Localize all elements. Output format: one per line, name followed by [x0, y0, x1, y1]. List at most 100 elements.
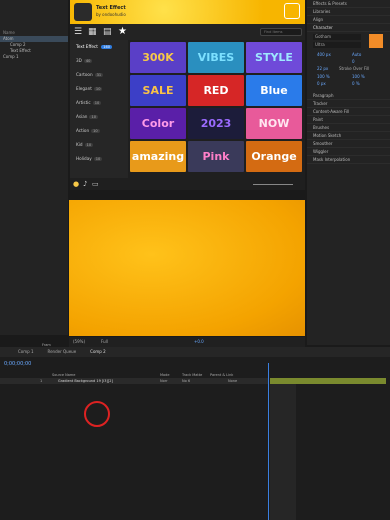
work-area	[270, 384, 296, 520]
category-artistic[interactable]: Artistic 10	[70, 96, 128, 110]
category-count: 10	[93, 157, 103, 161]
effect-grid: 300K VIBES STYLE SALE RED Blue Color 2023 NOW ama…	[128, 40, 305, 178]
project-item-comp1[interactable]: Comp 1	[0, 54, 68, 60]
plugin-title: Text Effect	[96, 5, 126, 11]
effect-tile[interactable]: Orange	[246, 141, 302, 172]
layer-mode[interactable]: Norr	[160, 379, 168, 383]
category-label: Artistic	[76, 100, 91, 105]
zoom-slider[interactable]	[253, 184, 293, 185]
vertical-scale-value[interactable]: 100 %	[317, 74, 330, 79]
font-size-value[interactable]: 400 px	[317, 52, 331, 57]
horizontal-scale-value[interactable]: 100 %	[352, 74, 365, 79]
panel-tracker[interactable]: Tracker	[307, 100, 390, 108]
panel-libraries[interactable]: Libraries	[307, 8, 390, 16]
plugin-toolbar: ☰ ▦ ▤ ★ Find Items	[70, 24, 305, 40]
star-icon[interactable]: ★	[118, 26, 127, 37]
home-icon[interactable]	[284, 3, 300, 19]
layer-parent[interactable]: None	[228, 379, 237, 383]
category-kid[interactable]: Kid 10	[70, 138, 128, 152]
panel-wiggler[interactable]: Wiggler	[307, 148, 390, 156]
tab-render-queue[interactable]: Render Queue	[48, 347, 77, 357]
baseline-shift-value[interactable]: 0 px	[317, 81, 326, 86]
frames-label: Fram	[42, 343, 51, 347]
category-header-count: 160	[101, 45, 113, 49]
panel-paragraph[interactable]: Paragraph	[307, 92, 390, 100]
music-icon[interactable]: ♪	[83, 180, 87, 188]
panel-smoother[interactable]: Smoother	[307, 140, 390, 148]
category-holiday[interactable]: Holiday 10	[70, 152, 128, 166]
list-icon[interactable]: ▤	[103, 27, 112, 37]
effect-tile[interactable]: STYLE	[246, 42, 302, 73]
effect-tile[interactable]: Color	[130, 108, 186, 139]
panel-paint[interactable]: Paint	[307, 116, 390, 124]
effect-tile[interactable]: 2023	[188, 108, 244, 139]
category-cartoon[interactable]: Cartoon 31	[70, 68, 128, 82]
category-count: 10	[91, 129, 100, 133]
plugin-logo	[74, 3, 92, 21]
category-count: 40	[83, 59, 93, 63]
category-action[interactable]: Action 10	[70, 124, 128, 138]
grid-icon[interactable]: ▦	[88, 27, 97, 37]
category-asian[interactable]: Asian 10	[70, 110, 128, 124]
plugin-subtitle: by ondoohudio	[96, 12, 126, 17]
timecode[interactable]: 0;00;00;00	[4, 361, 31, 367]
effect-tile[interactable]: 300K	[130, 42, 186, 73]
search-input[interactable]: Find Items	[260, 28, 302, 36]
category-3d[interactable]: 3D 40	[70, 54, 128, 68]
stroke-width-value[interactable]: 22 px	[317, 66, 328, 71]
panel-content-aware-fill[interactable]: Content-Aware Fill	[307, 108, 390, 116]
leading-value[interactable]: Auto	[352, 52, 361, 57]
panel-mask-interpolation[interactable]: Mask Interpolation	[307, 156, 390, 164]
character-controls: Gotham Ultra 400 px Auto 0 22 px Stroke …	[307, 32, 390, 92]
resolution-select[interactable]: Full	[101, 339, 108, 344]
font-family-select[interactable]: Gotham	[313, 34, 361, 40]
panel-align[interactable]: Align	[307, 16, 390, 24]
sliders-icon[interactable]: ☰	[74, 27, 82, 37]
category-header[interactable]: Text Effect 160	[70, 40, 128, 54]
font-style-select[interactable]: Ultra	[313, 42, 361, 48]
category-label: Cartoon	[76, 72, 93, 77]
col-source-name: Source Name	[52, 373, 76, 377]
category-count: 10	[89, 115, 99, 119]
layer-track-matte[interactable]: No 6	[182, 379, 190, 383]
effect-tile[interactable]: Pink	[188, 141, 244, 172]
effect-tile[interactable]: NOW	[246, 108, 302, 139]
col-track-matte: Track Matte	[182, 373, 203, 377]
effect-tile[interactable]: Blue	[246, 75, 302, 106]
tracking-value[interactable]: 0	[352, 59, 355, 64]
layer-name[interactable]: Gradient Background 19 [I3][2]	[58, 379, 113, 383]
effect-tile[interactable]: amazing	[130, 141, 186, 172]
tab-comp1[interactable]: Comp 1	[18, 347, 34, 357]
effect-tile[interactable]: VIBES	[188, 42, 244, 73]
zoom-level[interactable]: (59%)	[73, 339, 85, 344]
text-effect-plugin: Text Effect by ondoohudio ☰ ▦ ▤ ★ Find I…	[70, 0, 305, 190]
category-label: Action	[76, 128, 90, 133]
exposure-value[interactable]: +0.0	[194, 339, 204, 344]
plugin-footer: ● ♪ ▭	[70, 180, 305, 190]
tsume-value[interactable]: 0 %	[352, 81, 360, 86]
category-elegant[interactable]: Elegant 10	[70, 82, 128, 96]
category-label: Kid	[76, 142, 83, 147]
category-count: 10	[92, 101, 102, 105]
panel-brushes[interactable]: Brushes	[307, 124, 390, 132]
effect-tile[interactable]: RED	[188, 75, 244, 106]
category-count: 10	[84, 143, 94, 147]
composition-viewer[interactable]	[69, 200, 305, 336]
layer-index: 1	[40, 379, 43, 383]
layer-row[interactable]: 1 Gradient Background 19 [I3][2] Norr No…	[0, 378, 268, 384]
playhead[interactable]	[268, 363, 269, 520]
category-count: 10	[93, 87, 103, 91]
panel-character[interactable]: Character	[307, 24, 390, 32]
panel-motion-sketch[interactable]: Motion Sketch	[307, 132, 390, 140]
viewer-toolbar: (59%) Full +0.0	[69, 337, 305, 347]
folder-icon[interactable]: ▭	[92, 180, 99, 188]
category-sidebar: Text Effect 160 3D 40 Cartoon 31 Elegant 10…	[70, 40, 128, 178]
tab-comp2[interactable]: Comp 2	[90, 347, 106, 357]
category-header-label: Text Effect	[76, 44, 98, 49]
fill-color-swatch[interactable]	[369, 34, 383, 48]
stroke-mode-select[interactable]: Stroke Over Fill	[339, 66, 369, 71]
coin-icon[interactable]: ●	[73, 180, 79, 188]
category-label: Elegant	[76, 86, 92, 91]
panel-effects-presets[interactable]: Effects & Presets	[307, 0, 390, 8]
effect-tile[interactable]: SALE	[130, 75, 186, 106]
